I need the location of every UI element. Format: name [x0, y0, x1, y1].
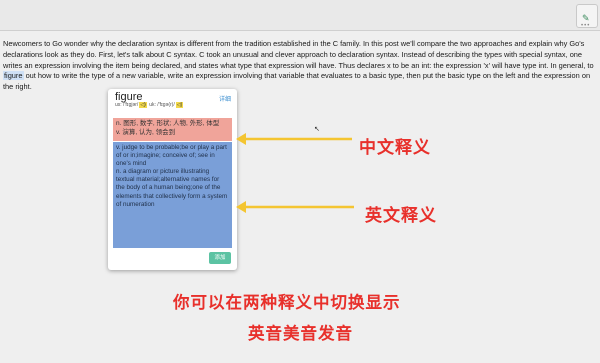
chinese-definition[interactable]: n. 图形, 数字, 形状; 人物, 外形, 体型 v. 演算, 认为, 领会到	[113, 118, 232, 141]
article-after: out how to write the type of a new varia…	[3, 71, 591, 92]
en-def-noun: n. a diagram or picture illustrating tex…	[116, 168, 228, 208]
speaker-uk-icon[interactable]: ◁)	[175, 102, 184, 108]
cn-def-noun: n. 图形, 数字, 形状; 人物, 外形, 体型	[116, 120, 220, 127]
uk-phonetic: uk: /'fɪɡə(r)/	[149, 102, 175, 108]
web-page: Newcomers to Go wonder why the declarati…	[0, 31, 600, 363]
article-text: Newcomers to Go wonder why the declarati…	[3, 39, 597, 93]
article-before: Newcomers to Go wonder why the declarati…	[3, 39, 594, 70]
phonetics-row: us: /'fɪɡjər/◁) uk: /'fɪɡə(r)/◁)	[115, 102, 184, 108]
detail-link[interactable]: 详细	[219, 94, 231, 103]
english-definition[interactable]: v. judge to be probable;be or play a par…	[113, 142, 232, 248]
arrow-to-en-def	[236, 201, 354, 213]
speaker-us-icon[interactable]: ◁)	[139, 102, 147, 108]
more-icon: •••	[581, 23, 591, 29]
dictionary-popup: figure 详细 us: /'fɪɡjər/◁) uk: /'fɪɡə(r)/…	[108, 89, 237, 270]
add-button[interactable]: 添加	[209, 252, 231, 264]
annotation-en-def: 英文释义	[365, 206, 437, 225]
selected-word[interactable]: figure	[3, 71, 24, 81]
browser-toolbar: ✎ •••	[0, 0, 600, 31]
annotation-pronunciation: 英音美音发音	[248, 325, 353, 343]
us-phonetic: us: /'fɪɡjər/	[115, 102, 139, 108]
extension-button[interactable]: ✎ •••	[576, 4, 598, 29]
cn-def-verb: v. 演算, 认为, 领会到	[116, 128, 176, 136]
annotation-switch: 你可以在两种释义中切换显示	[173, 294, 401, 312]
en-def-verb: v. judge to be probable;be or play a par…	[116, 144, 227, 168]
arrow-to-cn-def	[236, 133, 352, 145]
annotation-cn-def: 中文释义	[359, 138, 431, 157]
extension-icon: ✎	[582, 13, 590, 23]
